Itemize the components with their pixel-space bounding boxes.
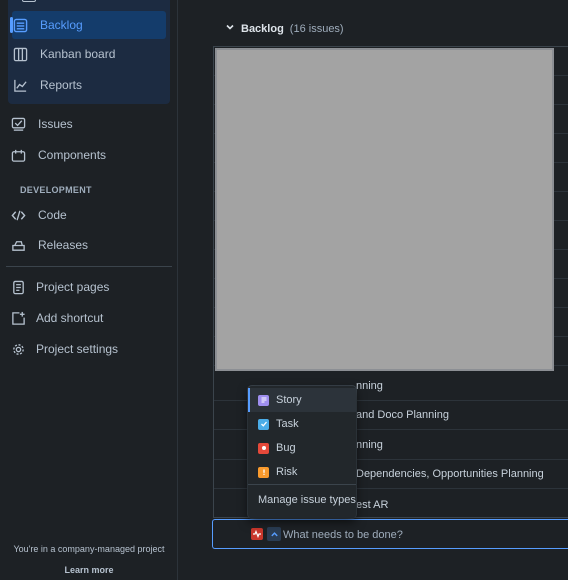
sidebar-item-label: Issues (38, 117, 73, 131)
chevron-down-icon[interactable] (225, 22, 235, 35)
issue-type-label: Bug (276, 442, 296, 454)
sidebar-item-backlog[interactable]: Backlog (10, 11, 166, 39)
redacted-overlay (215, 48, 554, 371)
project-sidebar: Backlog Kanban board Reports Issues Comp (0, 0, 178, 580)
sidebar-item-label: Project pages (36, 280, 110, 294)
sidebar-item-label: Components (38, 148, 107, 162)
issue-summary: nning (356, 439, 383, 451)
create-issue-input[interactable] (283, 526, 543, 544)
sidebar-item-add-shortcut[interactable]: Add shortcut (10, 304, 164, 332)
issue-type-label: Risk (276, 466, 298, 478)
sidebar-divider (6, 266, 172, 267)
project-pages-icon (10, 279, 26, 295)
reports-icon (12, 77, 28, 93)
learn-more-link[interactable]: Learn more (0, 565, 178, 575)
chevron-up-icon[interactable] (267, 527, 281, 541)
backlog-title: Backlog (241, 22, 284, 35)
issue-type-story[interactable]: Story (248, 388, 356, 412)
backlog-main: Backlog (16 issues) nning and Doco Plann… (179, 0, 568, 580)
kanban-board-icon (12, 46, 28, 62)
company-managed-note: You're in a company-managed project (13, 544, 165, 554)
timeline-icon[interactable] (22, 0, 36, 2)
issue-summary: and Doco Planning (356, 409, 449, 421)
issue-type-bug[interactable]: Bug (248, 436, 356, 460)
issue-type-risk[interactable]: Risk (248, 460, 356, 484)
sidebar-item-project-pages[interactable]: Project pages (10, 273, 164, 301)
task-icon (258, 418, 269, 430)
issue-type-label: Task (276, 418, 299, 430)
issue-summary: Dependencies, Opportunities Planning (356, 468, 544, 480)
sidebar-item-label: Code (38, 208, 67, 222)
releases-icon (10, 237, 26, 253)
sidebar-item-label: Backlog (40, 18, 83, 32)
story-icon (258, 394, 269, 406)
issue-summary: est AR (356, 498, 389, 511)
sidebar-item-label: Releases (38, 238, 89, 252)
development-section-label: DEVELOPMENT (20, 185, 92, 195)
manage-issue-types-link[interactable]: Manage issue types (258, 494, 356, 506)
sidebar-item-project-settings[interactable]: Project settings (10, 335, 164, 363)
sidebar-item-components[interactable]: Components (10, 141, 164, 169)
components-icon (10, 147, 26, 163)
gear-icon (10, 341, 26, 357)
issue-type-trigger[interactable] (251, 527, 281, 541)
bug-icon (258, 442, 269, 454)
backlog-section-header[interactable]: Backlog (16 issues) (225, 22, 344, 35)
sidebar-item-label: Kanban board (40, 47, 116, 61)
issue-type-task[interactable]: Task (248, 412, 356, 436)
issue-type-label: Story (276, 394, 302, 406)
backlog-issue-count: (16 issues) (289, 22, 344, 35)
sidebar-item-kanban-board[interactable]: Kanban board (12, 40, 166, 68)
issue-type-menu: Story Task Bug Risk Manage issue types (248, 386, 356, 518)
issues-icon (10, 116, 26, 132)
add-shortcut-icon (10, 310, 26, 326)
sidebar-item-label: Project settings (36, 342, 119, 356)
risk-icon (258, 466, 269, 478)
create-issue-row[interactable] (212, 519, 568, 549)
menu-divider (248, 484, 356, 485)
issue-summary: nning (356, 380, 383, 392)
sidebar-item-label: Add shortcut (36, 311, 104, 325)
epic-icon (251, 528, 263, 540)
sidebar-item-issues[interactable]: Issues (10, 110, 164, 138)
app-root: Backlog Kanban board Reports Issues Comp (0, 0, 568, 580)
sidebar-item-label: Reports (40, 78, 83, 92)
sidebar-item-releases[interactable]: Releases (10, 231, 164, 259)
code-icon (10, 207, 26, 223)
backlog-icon (12, 17, 28, 33)
active-indicator (10, 17, 13, 33)
sidebar-item-reports[interactable]: Reports (12, 71, 166, 99)
sidebar-item-code[interactable]: Code (10, 201, 164, 229)
